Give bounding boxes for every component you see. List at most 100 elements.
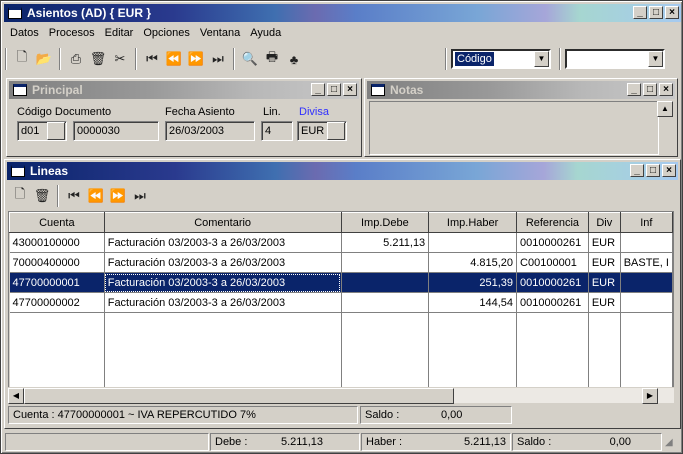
window-title: Asientos (AD) { EUR } <box>27 6 152 20</box>
cell-div: EUR <box>588 292 621 313</box>
prev-line-icon[interactable]: ⏪ <box>85 185 107 207</box>
col-referencia[interactable]: Referencia <box>516 212 589 233</box>
lineas-table: Cuenta Comentario Imp.Debe Imp.Haber Ref… <box>9 212 673 401</box>
close-icon[interactable]: × <box>343 83 357 96</box>
minimize-icon[interactable]: _ <box>633 6 647 19</box>
cell-debe <box>341 272 430 293</box>
maximize-icon[interactable]: □ <box>643 83 657 96</box>
scroll-thumb[interactable] <box>24 388 454 404</box>
cell-inf <box>620 292 673 313</box>
delete-line-icon[interactable]: 🗑 <box>31 185 53 207</box>
first-line-icon[interactable]: ⏮ <box>63 185 85 207</box>
cell-div: EUR <box>588 272 621 293</box>
cell-inf: BASTE, I <box>620 252 673 273</box>
minimize-icon[interactable]: _ <box>627 83 641 96</box>
menu-datos[interactable]: Datos <box>5 25 44 42</box>
lineas-grid: Cuenta Comentario Imp.Debe Imp.Haber Ref… <box>8 211 674 403</box>
table-row[interactable]: 70000400000 Facturación 03/2003-3 a 26/0… <box>9 252 673 273</box>
printer-icon[interactable]: 🖶 <box>261 48 283 70</box>
principal-title-bar[interactable]: Principal _ □ × <box>9 81 359 99</box>
table-row[interactable]: 43000100000 Facturación 03/2003-3 a 26/0… <box>9 232 673 253</box>
tree-icon[interactable]: ♣ <box>283 48 305 70</box>
cell-comentario: Facturación 03/2003-3 a 26/03/2003 <box>104 252 342 273</box>
serie-lookup-button[interactable] <box>47 122 65 140</box>
table-row-selected[interactable]: 47700000001 Facturación 03/2003-3 a 26/0… <box>9 272 673 293</box>
print-preview-icon[interactable]: ⎙ <box>65 48 87 70</box>
cell-div: EUR <box>588 252 621 273</box>
window-icon <box>11 165 25 177</box>
table-row[interactable]: 47700000002 Facturación 03/2003-3 a 26/0… <box>9 292 673 313</box>
lineas-title-bar[interactable]: Lineas _ □ × <box>7 162 678 180</box>
cell-comentario: Facturación 03/2003-3 a 26/03/2003 <box>104 272 342 293</box>
menu-editar[interactable]: Editar <box>100 25 139 42</box>
footer-saldo: Saldo : 0,00 <box>512 433 662 451</box>
divisa-lookup-button[interactable] <box>327 122 345 140</box>
divisa-link[interactable]: Divisa <box>299 106 329 118</box>
cell-debe <box>341 292 430 313</box>
cell-referencia: C00100001 <box>516 252 589 273</box>
menu-bar: Datos Procesos Editar Opciones Ventana A… <box>5 25 286 42</box>
scroll-right-icon[interactable]: ▶ <box>642 388 658 404</box>
col-div[interactable]: Div <box>587 212 621 233</box>
window-icon <box>371 84 385 96</box>
cuenta-status: Cuenta : 47700000001 ~ IVA REPERCUTIDO 7… <box>8 406 358 424</box>
col-inf[interactable]: Inf <box>619 212 673 233</box>
lin-field[interactable]: 4 <box>261 121 293 141</box>
next-line-icon[interactable]: ⏩ <box>107 185 129 207</box>
notas-title-bar[interactable]: Notas _ □ × <box>367 81 675 99</box>
resize-grip-icon[interactable]: ◢ <box>665 437 673 448</box>
maximize-icon[interactable]: □ <box>327 83 341 96</box>
new-line-icon[interactable]: 🗋 <box>9 185 31 207</box>
scroll-up-icon[interactable]: ▲ <box>657 101 673 117</box>
cell-cuenta: 70000400000 <box>9 252 105 273</box>
cell-inf <box>620 232 673 253</box>
maximize-icon[interactable]: □ <box>649 6 663 19</box>
scroll-left-icon[interactable]: ◀ <box>8 388 24 404</box>
search-icon[interactable]: 🔍 <box>239 48 261 70</box>
chevron-down-icon[interactable]: ▼ <box>534 51 549 67</box>
notas-panel: Notas _ □ × ▲ <box>364 78 678 157</box>
horizontal-scrollbar[interactable]: ◀ ▶ <box>8 387 674 404</box>
col-imp-debe[interactable]: Imp.Debe <box>340 212 430 233</box>
lineas-toolbar: 🗋 🗑 ⏮ ⏪ ⏩ ⏭ <box>9 185 151 207</box>
col-imp-haber[interactable]: Imp.Haber <box>428 212 518 233</box>
chevron-down-icon[interactable]: ▼ <box>648 51 663 67</box>
cell-debe: 5.211,13 <box>341 232 430 253</box>
cell-cuenta: 47700000001 <box>9 272 105 293</box>
footer-haber: Haber : 5.211,13 <box>361 433 511 451</box>
first-record-icon[interactable]: ⏮ <box>141 48 163 70</box>
notas-textarea[interactable] <box>369 101 659 155</box>
tools-icon[interactable]: ✂ <box>109 48 131 70</box>
title-bar[interactable]: Asientos (AD) { EUR } _ □ × <box>4 4 681 22</box>
last-record-icon[interactable]: ⏭ <box>207 48 229 70</box>
minimize-icon[interactable]: _ <box>311 83 325 96</box>
col-cuenta[interactable]: Cuenta <box>9 212 105 233</box>
menu-ayuda[interactable]: Ayuda <box>245 25 286 42</box>
close-icon[interactable]: × <box>659 83 673 96</box>
last-line-icon[interactable]: ⏭ <box>129 185 151 207</box>
open-folder-icon[interactable]: 📂 <box>33 48 55 70</box>
window-icon <box>13 84 27 96</box>
lineas-title: Lineas <box>30 164 69 178</box>
cell-referencia: 0010000261 <box>516 292 589 313</box>
documento-field[interactable]: 0000030 <box>73 121 159 141</box>
search-value-select[interactable]: ▼ <box>565 49 665 69</box>
menu-opciones[interactable]: Opciones <box>138 25 194 42</box>
close-icon[interactable]: × <box>665 6 679 19</box>
maximize-icon[interactable]: □ <box>646 164 660 177</box>
cell-cuenta: 43000100000 <box>9 232 105 253</box>
close-icon[interactable]: × <box>662 164 676 177</box>
next-record-icon[interactable]: ⏩ <box>185 48 207 70</box>
cell-cuenta: 47700000002 <box>9 292 105 313</box>
saldo-status: Saldo : 0,00 <box>360 406 512 424</box>
col-comentario[interactable]: Comentario <box>103 212 342 233</box>
minimize-icon[interactable]: _ <box>630 164 644 177</box>
trash-icon[interactable]: 🗑 <box>87 48 109 70</box>
fecha-field[interactable]: 26/03/2003 <box>165 121 255 141</box>
fecha-asiento-label: Fecha Asiento <box>165 106 235 118</box>
prev-record-icon[interactable]: ⏪ <box>163 48 185 70</box>
menu-procesos[interactable]: Procesos <box>44 25 100 42</box>
menu-ventana[interactable]: Ventana <box>195 25 245 42</box>
search-field-select[interactable]: Código ▼ <box>451 49 551 69</box>
new-document-icon[interactable]: 🗋 <box>11 48 33 70</box>
